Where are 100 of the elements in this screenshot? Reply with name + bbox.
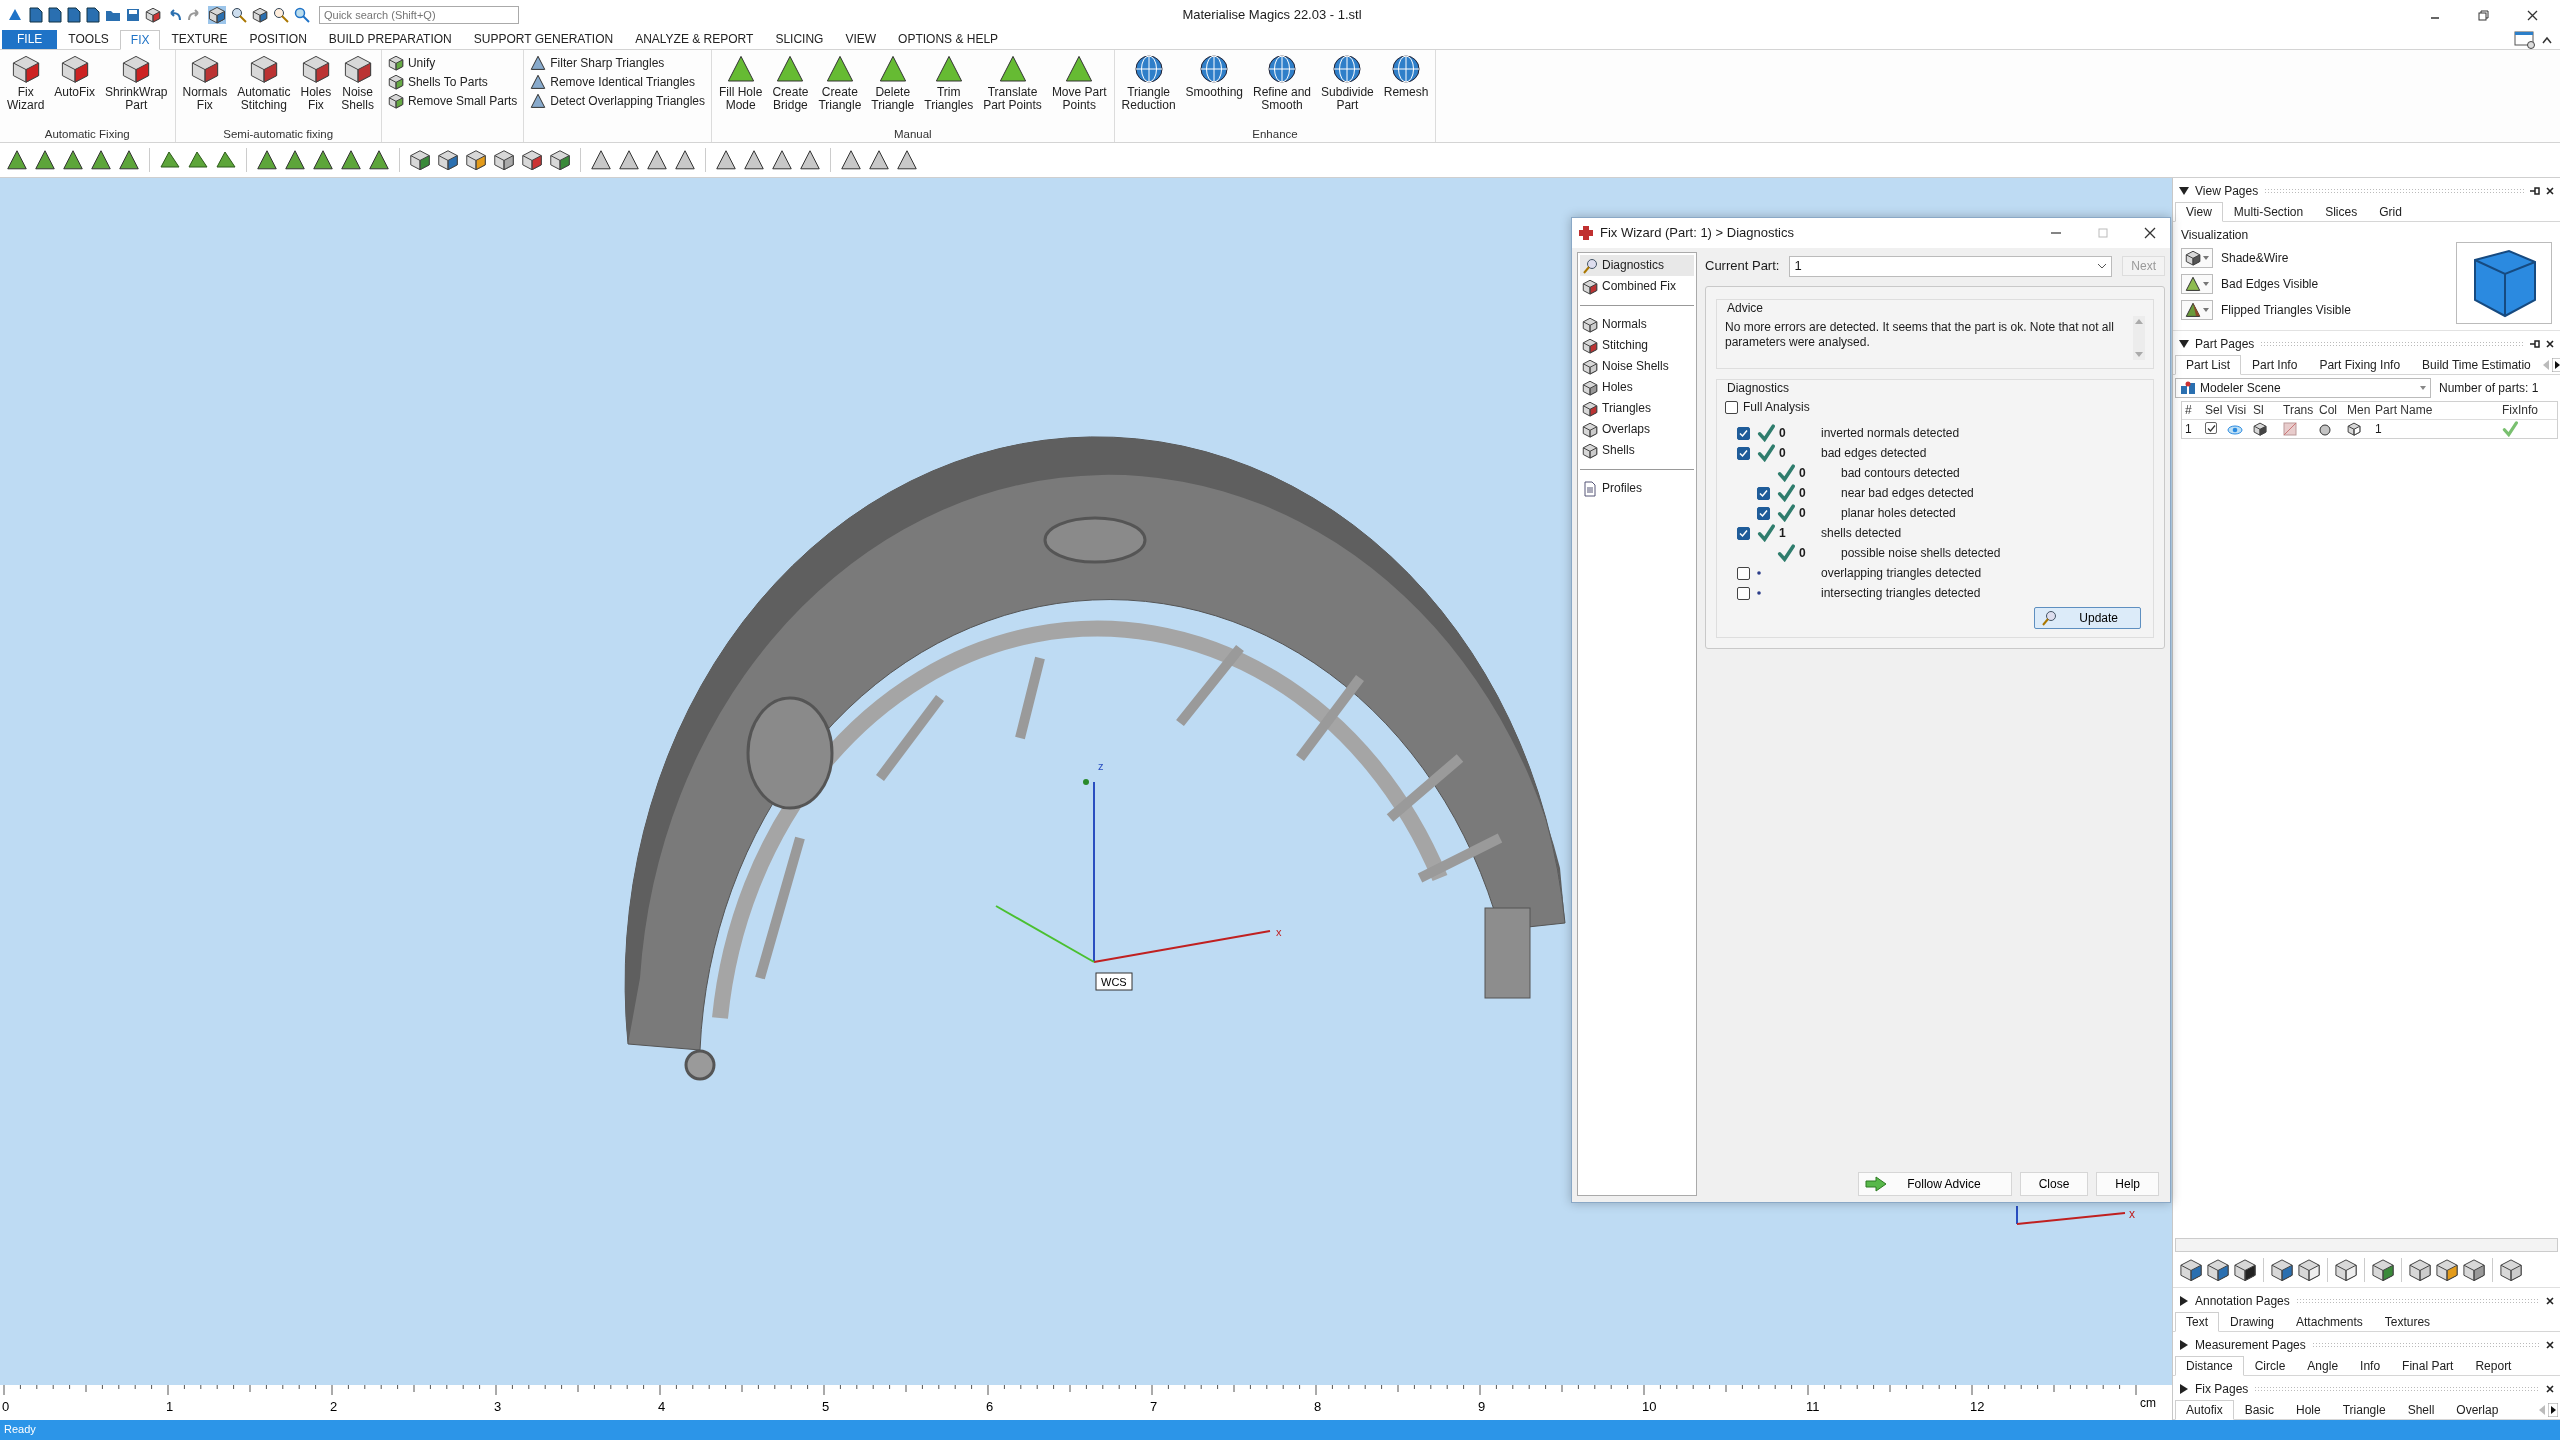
cube-tool-icon[interactable]: [2371, 1257, 2395, 1282]
nav-item[interactable]: Holes: [1580, 377, 1694, 398]
nav-item[interactable]: Combined Fix: [1580, 276, 1694, 297]
ribbon-button[interactable]: Triangle Reduction: [1117, 52, 1180, 115]
triangle-tool-icon[interactable]: [868, 149, 890, 171]
dropdown-button[interactable]: [2181, 300, 2213, 321]
checkbox[interactable]: [1737, 446, 1750, 460]
ribbon-button[interactable]: Fix Wizard: [3, 52, 49, 115]
ribbon-button[interactable]: Translate Part Points: [979, 52, 1046, 115]
dialog-button[interactable]: Help: [2096, 1172, 2159, 1196]
triangle-tool-icon[interactable]: [312, 149, 334, 171]
pin-icon[interactable]: [2530, 187, 2540, 195]
column-header[interactable]: FixInfo: [2499, 403, 2557, 418]
panel-tab[interactable]: Multi-Section: [2222, 201, 2315, 222]
cube-tool-icon[interactable]: [521, 149, 543, 171]
menu-tab[interactable]: SUPPORT GENERATION: [462, 30, 625, 49]
checkbox[interactable]: [1757, 486, 1770, 500]
panel-tab[interactable]: Angle: [2296, 1355, 2350, 1376]
expand-arrow-icon[interactable]: [2179, 1384, 2189, 1394]
shape-tool-icon[interactable]: [215, 149, 237, 171]
cube-tool-icon[interactable]: [549, 149, 571, 171]
cube-icon[interactable]: [145, 7, 161, 23]
scroll-right-icon[interactable]: [2551, 358, 2560, 372]
panel-tab[interactable]: Attachments: [2285, 1311, 2374, 1332]
scroll-right-icon[interactable]: [2548, 1403, 2558, 1417]
triangle-tool-icon[interactable]: [34, 149, 56, 171]
collapse-caret-icon[interactable]: [2542, 35, 2552, 44]
nav-item[interactable]: Triangles: [1580, 398, 1694, 419]
horizontal-scrollbar[interactable]: [2175, 1238, 2558, 1252]
ribbon-button[interactable]: Refine and Smooth: [1249, 52, 1316, 115]
panel-tab[interactable]: Text: [2175, 1311, 2219, 1332]
ribbon-button[interactable]: Holes Fix: [296, 52, 336, 115]
cube-tool-icon[interactable]: [2408, 1257, 2432, 1282]
shape-tool-icon[interactable]: [187, 149, 209, 171]
triangle-tool-icon[interactable]: [771, 149, 793, 171]
ribbon-button[interactable]: Shells To Parts: [384, 73, 521, 91]
cube-tool-icon[interactable]: [437, 149, 459, 171]
eye-icon[interactable]: [2227, 424, 2243, 435]
checkbox[interactable]: [1737, 426, 1750, 440]
panel-tab[interactable]: Part List: [2175, 354, 2241, 375]
close-icon[interactable]: [2546, 1341, 2554, 1349]
menu-tab[interactable]: OPTIONS & HELP: [887, 30, 1010, 49]
panel-tab[interactable]: Autofix: [2175, 1399, 2234, 1420]
panel-tab[interactable]: Distance: [2175, 1355, 2244, 1376]
column-header[interactable]: Visi: [2224, 403, 2250, 418]
triangle-tool-icon[interactable]: [840, 149, 862, 171]
panel-tab[interactable]: Textures: [2373, 1311, 2442, 1332]
ribbon-button[interactable]: Trim Triangles: [920, 52, 978, 115]
triangle-tool-icon[interactable]: [6, 149, 28, 171]
panel-tab[interactable]: Circle: [2243, 1355, 2297, 1376]
panel-tab[interactable]: Grid: [2368, 201, 2413, 222]
triangle-tool-icon[interactable]: [799, 149, 821, 171]
cube-tool-icon[interactable]: [409, 149, 431, 171]
checkbox[interactable]: [1757, 506, 1770, 520]
nav-item[interactable]: Noise Shells: [1580, 356, 1694, 377]
checkbox[interactable]: [1737, 526, 1750, 540]
triangle-tool-icon[interactable]: [674, 149, 696, 171]
checkbox[interactable]: [2205, 422, 2217, 435]
document-icon[interactable]: [48, 7, 62, 23]
panel-tab[interactable]: Slices: [2314, 201, 2369, 222]
close-icon[interactable]: [2546, 1297, 2554, 1305]
cube-icon[interactable]: [252, 7, 268, 23]
menu-tab[interactable]: BUILD PREPARATION: [317, 30, 463, 49]
ribbon-button[interactable]: Normals Fix: [178, 52, 232, 115]
document-icon[interactable]: [86, 7, 100, 23]
cube-tool-icon[interactable]: [2179, 1257, 2203, 1282]
search-field[interactable]: Quick search (Shift+Q): [319, 6, 519, 24]
ribbon-button[interactable]: Unify: [384, 54, 521, 72]
pin-icon[interactable]: [2530, 340, 2540, 348]
cube-tool-icon[interactable]: [2270, 1257, 2294, 1282]
document-icon[interactable]: [29, 7, 43, 23]
cube-tool-icon[interactable]: [2499, 1257, 2523, 1282]
panel-tab[interactable]: View: [2175, 201, 2223, 222]
ribbon-button[interactable]: Automatic Stitching: [233, 52, 295, 115]
update-button[interactable]: Update: [2034, 607, 2141, 630]
cube-tool-icon[interactable]: [2462, 1257, 2486, 1282]
panel-tab[interactable]: Shell: [2396, 1399, 2446, 1420]
nav-item[interactable]: Profiles: [1580, 478, 1694, 499]
cube-tool-icon[interactable]: [2435, 1257, 2459, 1282]
close-icon[interactable]: [2144, 227, 2156, 239]
menu-tab[interactable]: TOOLS: [57, 30, 120, 49]
column-header[interactable]: #: [2182, 403, 2202, 418]
menu-tab[interactable]: SLICING: [764, 30, 835, 49]
menu-tab[interactable]: VIEW: [834, 30, 888, 49]
ribbon-button[interactable]: AutoFix: [50, 52, 100, 102]
nav-item[interactable]: Normals: [1580, 314, 1694, 335]
zoom-icon[interactable]: [231, 7, 247, 23]
ribbon-button[interactable]: Fill Hole Mode: [715, 52, 767, 115]
cube-tool-icon[interactable]: [2334, 1257, 2358, 1282]
triangle-tool-icon[interactable]: [256, 149, 278, 171]
panel-tab[interactable]: Part Fixing Info: [2308, 354, 2412, 375]
dialog-button[interactable]: Follow Advice: [1858, 1172, 2012, 1196]
ribbon-button[interactable]: Remesh: [1379, 52, 1433, 102]
panel-tab[interactable]: Overlap: [2445, 1399, 2510, 1420]
checkbox[interactable]: [1737, 566, 1750, 580]
window-settings-icon[interactable]: [2514, 30, 2536, 49]
menu-tab[interactable]: FIX: [119, 30, 161, 50]
dialog-button[interactable]: Close: [2019, 1172, 2089, 1196]
menu-tab[interactable]: POSITION: [238, 30, 318, 49]
checkbox[interactable]: [1725, 400, 1738, 414]
